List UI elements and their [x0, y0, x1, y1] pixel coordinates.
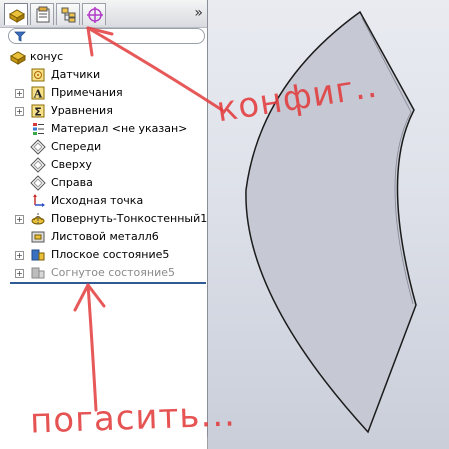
tree-filter[interactable] — [8, 28, 205, 44]
feature-manager-icon — [8, 9, 26, 23]
feature-manager-panel: » конус Датчики + A Примечания + Σ Уравн… — [0, 0, 208, 449]
sheet-metal-icon — [31, 231, 45, 243]
tree-item-label: Исходная точка — [51, 194, 144, 207]
plane-icon — [30, 139, 46, 155]
tree-item-label: Уравнения — [51, 104, 113, 117]
tree-item-revolve-thin[interactable]: + Повернуть-Тонкостенный1 — [0, 210, 207, 228]
origin-icon — [33, 194, 45, 207]
tree-item-bent-state[interactable]: + Согнутое состояние5 — [0, 264, 207, 282]
tree-item-label: Спереди — [51, 140, 102, 153]
expand-toggle[interactable]: + — [15, 107, 24, 116]
equations-icon: Σ — [31, 104, 45, 119]
svg-text:A: A — [33, 88, 43, 101]
tree-item-label: Плоское состояние5 — [51, 248, 170, 261]
tree-item-label: Листовой металл6 — [51, 230, 159, 243]
sensor-icon — [31, 68, 45, 82]
tree-item-sheet-metal[interactable]: Листовой металл6 — [0, 228, 207, 246]
tree-item-front-plane[interactable]: Спереди — [0, 138, 207, 156]
plane-icon — [30, 157, 46, 173]
annotation-suppress: погасить... — [29, 394, 237, 442]
crosshair-icon — [87, 7, 103, 23]
expand-toggle[interactable]: + — [15, 215, 24, 224]
tree-item-label: Согнутое состояние5 — [51, 266, 175, 279]
expand-toggle[interactable]: + — [15, 269, 24, 278]
tab-feature-manager[interactable] — [4, 3, 28, 25]
svg-text:Σ: Σ — [34, 106, 42, 119]
part-icon — [10, 51, 26, 65]
panel-expand-toggle[interactable]: » — [194, 4, 203, 22]
tree-item-material[interactable]: Материал <не указан> — [0, 120, 207, 138]
flat-pattern-icon — [31, 249, 45, 261]
annotations-icon: A — [31, 86, 45, 101]
revolve-icon — [31, 213, 45, 225]
bent-state-icon — [31, 267, 45, 279]
tree-item-label: Материал <не указан> — [51, 122, 188, 135]
tree-item-equations[interactable]: + Σ Уравнения — [0, 102, 207, 120]
tree-item-sensors[interactable]: Датчики — [0, 66, 207, 84]
tree-item-label: Повернуть-Тонкостенный1 — [51, 212, 208, 225]
configuration-manager-icon — [61, 7, 76, 23]
expand-toggle[interactable]: + — [15, 89, 24, 98]
filter-input[interactable] — [29, 30, 203, 44]
tree-item-origin[interactable]: Исходная точка — [0, 192, 207, 210]
graphics-area[interactable] — [208, 0, 449, 449]
rollback-bar[interactable] — [10, 282, 206, 284]
tree-item-label: Сверху — [51, 158, 92, 171]
tree-item-top-plane[interactable]: Сверху — [0, 156, 207, 174]
tree-item-label: Справа — [51, 176, 93, 189]
tree-item-label: Датчики — [51, 68, 101, 81]
property-manager-icon — [36, 6, 50, 23]
panel-tab-bar: » — [0, 0, 207, 28]
flat-pattern-part[interactable] — [208, 0, 449, 449]
tree-item-right-plane[interactable]: Справа — [0, 174, 207, 192]
tree-item-label: Примечания — [51, 86, 123, 99]
tree-root[interactable]: конус — [0, 48, 207, 66]
plane-icon — [30, 175, 46, 191]
filter-icon — [14, 31, 26, 42]
tab-property-manager[interactable] — [30, 3, 54, 25]
tree-item-annotations[interactable]: + A Примечания — [0, 84, 207, 102]
expand-toggle[interactable]: + — [15, 251, 24, 260]
tab-dim-xpert[interactable] — [82, 3, 106, 25]
tab-configuration-manager[interactable] — [56, 3, 80, 25]
tree-root-label: конус — [30, 50, 64, 63]
material-icon — [33, 123, 44, 135]
tree-item-flat-pattern[interactable]: + Плоское состояние5 — [0, 246, 207, 264]
